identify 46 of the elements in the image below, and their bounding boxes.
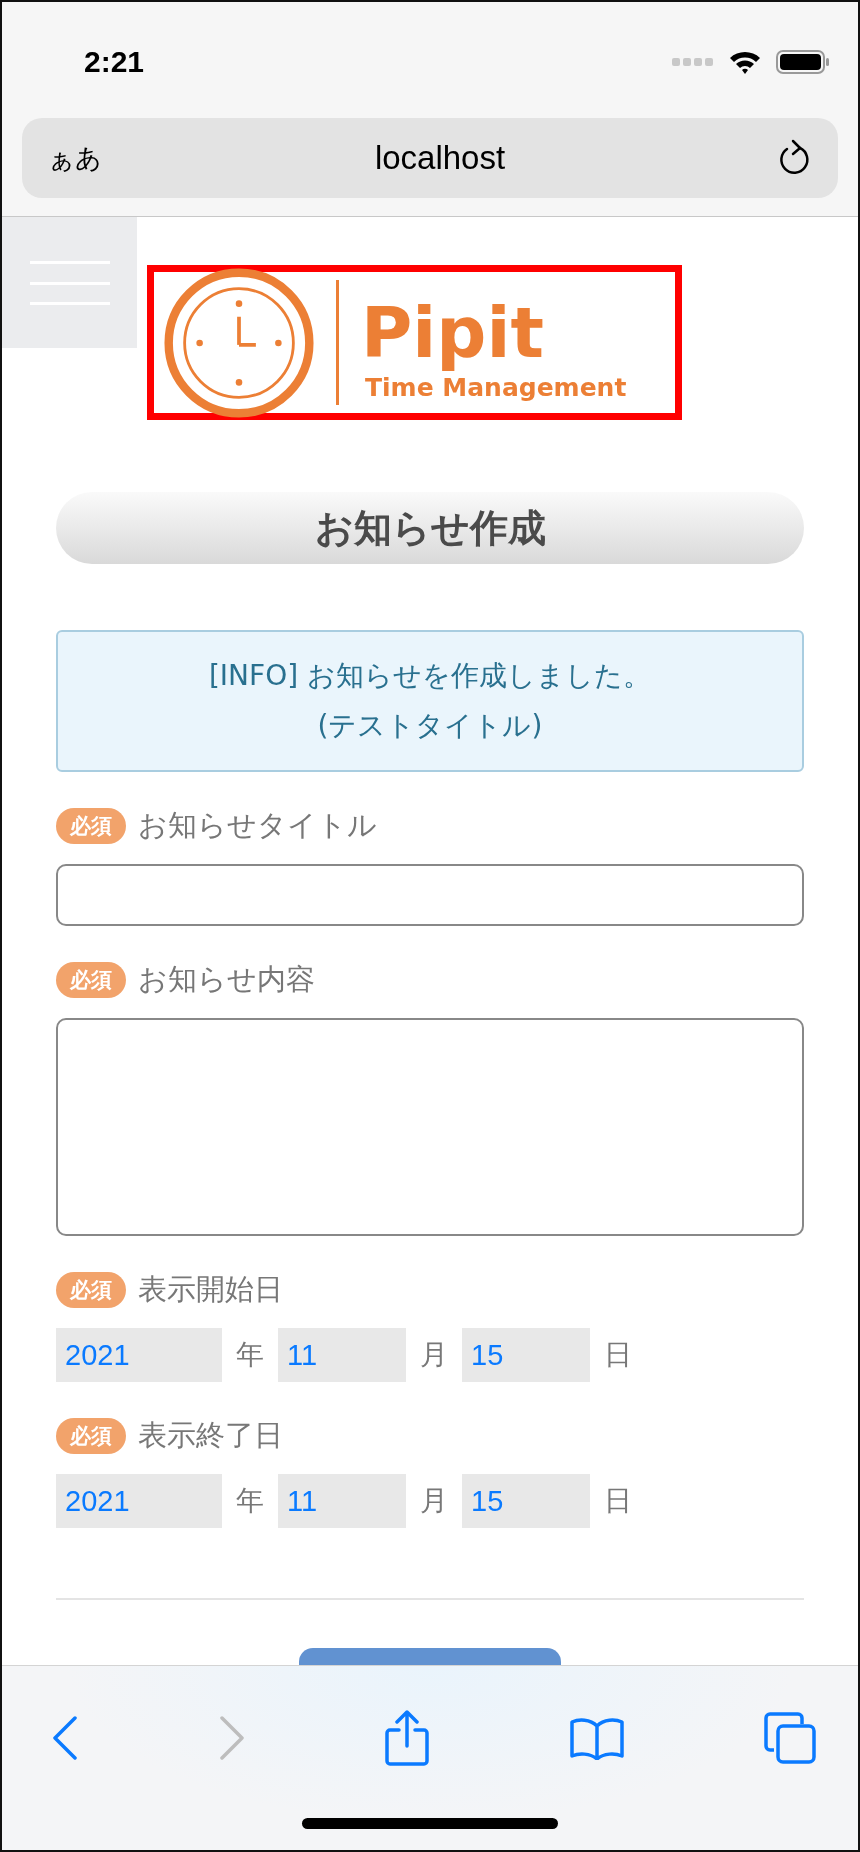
tabs-button[interactable] xyxy=(764,1712,816,1764)
date-unit: 月 xyxy=(419,1483,449,1519)
tabs-icon xyxy=(764,1712,816,1764)
date-unit: 月 xyxy=(419,1337,449,1373)
signal-icon xyxy=(672,57,714,67)
date-select[interactable]: 11 xyxy=(278,1328,406,1382)
field-label: お知らせ内容 xyxy=(138,961,315,998)
wifi-icon xyxy=(728,49,762,75)
clock-icon xyxy=(164,267,314,418)
back-icon xyxy=(52,1716,78,1760)
bookmarks-button[interactable] xyxy=(569,1716,624,1760)
date-select[interactable]: 15 xyxy=(462,1474,590,1528)
field-label: お知らせタイトル xyxy=(138,807,377,844)
logo-tagline: Time Management xyxy=(365,373,627,402)
text-area[interactable] xyxy=(56,1018,804,1236)
book-icon xyxy=(569,1716,624,1760)
status-time: 2:21 xyxy=(84,45,145,79)
message-text: [INFO] お知らせを作成しました。 xyxy=(208,658,652,694)
reload-icon[interactable] xyxy=(778,139,812,177)
date-select[interactable]: 11 xyxy=(278,1474,406,1528)
share-button[interactable] xyxy=(385,1710,429,1766)
required-badge: 必須 xyxy=(56,962,126,998)
date-unit: 日 xyxy=(603,1483,633,1519)
back-button[interactable] xyxy=(52,1716,78,1760)
address-bar[interactable]: ぁあ localhost xyxy=(22,118,838,198)
required-badge: 必須 xyxy=(56,1418,126,1454)
field-label: 表示開始日 xyxy=(138,1271,283,1308)
field-label: 表示終了日 xyxy=(138,1417,283,1454)
url-text: localhost xyxy=(374,139,506,177)
forward-icon xyxy=(218,1716,245,1760)
date-select[interactable]: 2021 xyxy=(56,1474,222,1528)
share-icon xyxy=(385,1710,429,1766)
date-select[interactable]: 2021 xyxy=(56,1328,222,1382)
battery-icon xyxy=(776,50,830,74)
date-unit: 日 xyxy=(603,1337,633,1373)
message-text: (テストタイトル) xyxy=(317,708,543,744)
date-unit: 年 xyxy=(235,1483,265,1519)
required-badge: 必須 xyxy=(56,808,126,844)
text-size-button[interactable]: ぁあ xyxy=(48,140,102,176)
logo[interactable]: Pipit Time Management xyxy=(147,265,682,420)
page-title: お知らせ作成 xyxy=(56,492,804,564)
required-badge: 必須 xyxy=(56,1272,126,1308)
input-field[interactable] xyxy=(56,864,804,926)
date-select[interactable]: 15 xyxy=(462,1328,590,1382)
date-unit: 年 xyxy=(235,1337,265,1373)
logo-name: Pipit xyxy=(361,293,545,373)
